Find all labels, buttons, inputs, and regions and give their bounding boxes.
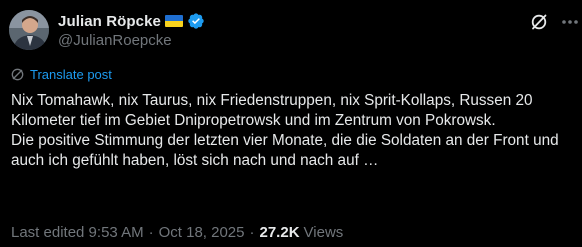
post-paragraph: Die positive Stimmung der letzten vier M… — [11, 132, 559, 169]
views-label: Views — [303, 224, 344, 241]
more-dots-icon[interactable] — [560, 12, 580, 32]
translate-post-label[interactable]: Translate post — [30, 67, 112, 82]
meta-separator: · — [249, 224, 255, 241]
meta-separator: · — [148, 224, 154, 241]
translate-post-link[interactable]: Translate post — [11, 67, 112, 82]
ukraine-flag-icon — [165, 15, 183, 27]
post-paragraph: Nix Tomahawk, nix Taurus, nix Friedenstr… — [11, 92, 533, 129]
translate-globe-icon — [11, 68, 24, 81]
grok-slash-icon[interactable] — [530, 13, 548, 31]
edited-timestamp[interactable]: Last edited 9:53 AM — [11, 224, 144, 241]
author-handle[interactable]: @JulianRoepcke — [58, 32, 172, 49]
post-meta: Last edited 9:53 AM · Oct 18, 2025 · 27.… — [11, 224, 343, 241]
verified-badge-icon[interactable] — [187, 12, 205, 30]
author-name-row[interactable]: Julian Röpcke — [58, 11, 205, 31]
post-text: Nix Tomahawk, nix Taurus, nix Friedenstr… — [11, 91, 571, 171]
author-display-name[interactable]: Julian Röpcke — [58, 13, 161, 30]
views-count: 27.2K — [259, 224, 300, 241]
avatar[interactable] — [9, 10, 49, 50]
post-date[interactable]: Oct 18, 2025 — [159, 224, 245, 241]
